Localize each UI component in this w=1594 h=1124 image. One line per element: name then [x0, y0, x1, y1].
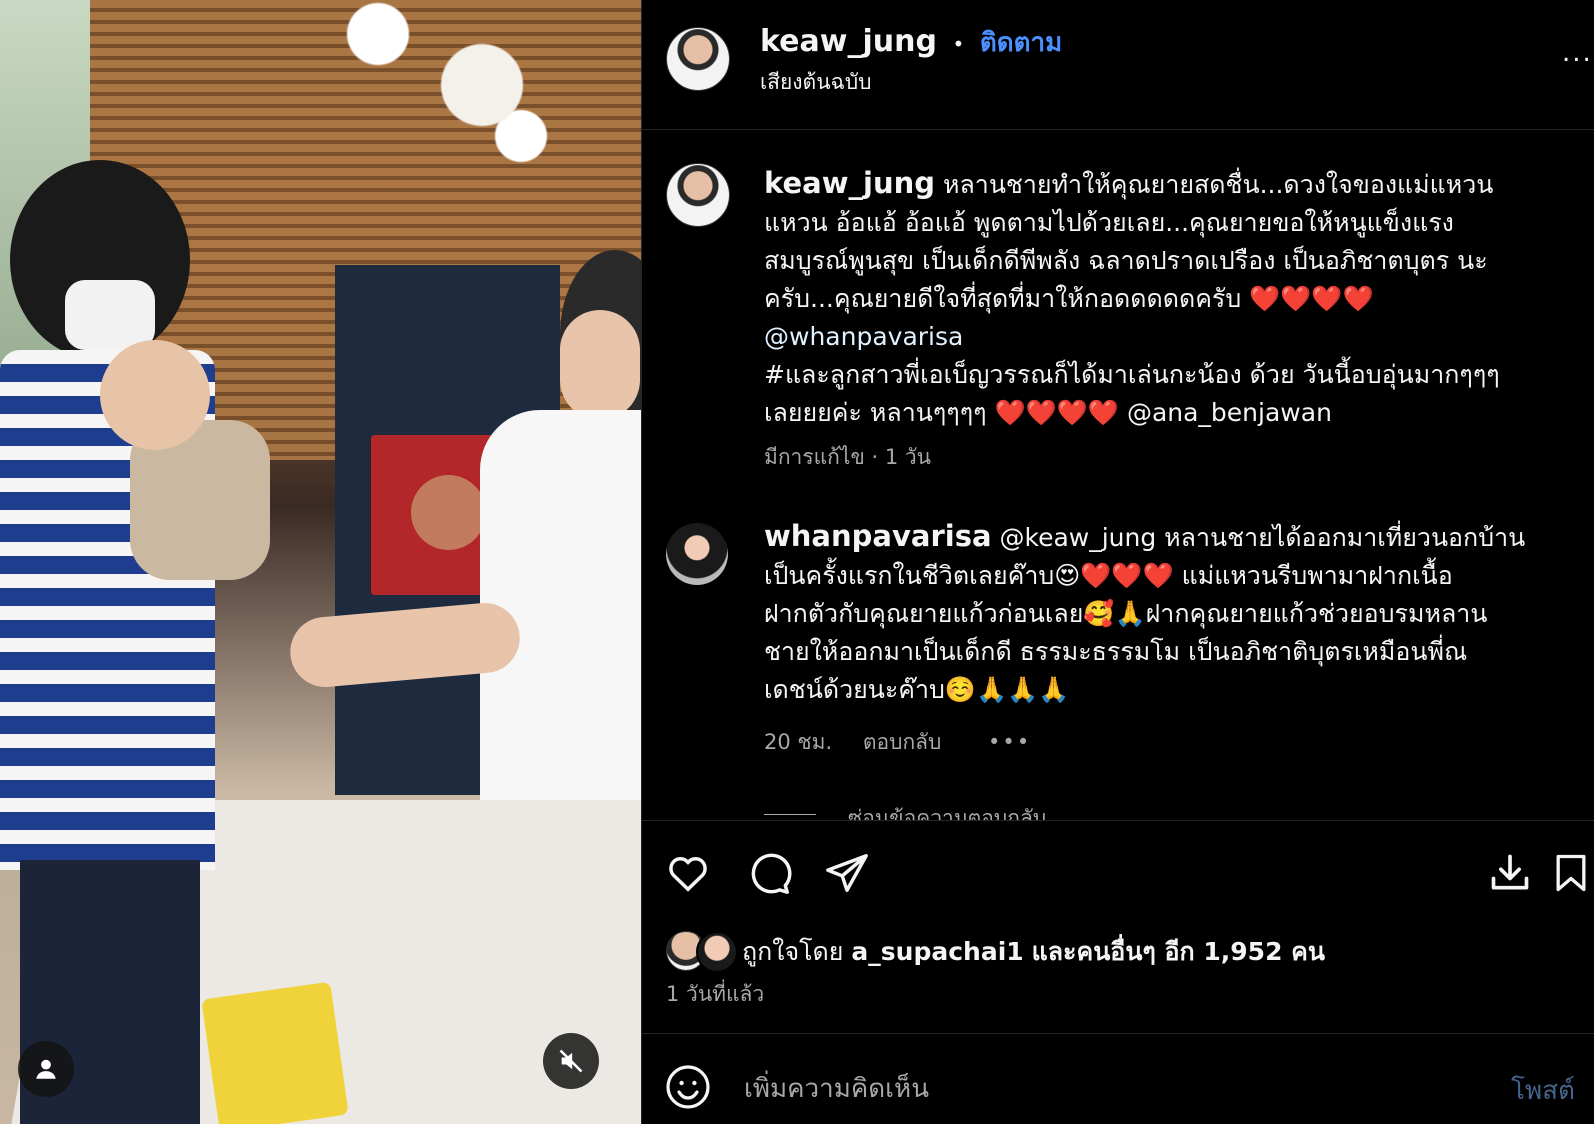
follow-button[interactable]: ติดตาม [980, 28, 1062, 58]
caption-line: เลยยยค่ะ หลานๆๆๆๆ ❤️❤️❤️❤️ @ana_benjawan [764, 398, 1332, 427]
likes-prefix: ถูกใจโดย [742, 937, 844, 966]
liker-avatar[interactable] [696, 931, 738, 973]
caption-line: ครับ...คุณยายดีใจที่สุดที่มาให้กอดดดดดคร… [764, 284, 1374, 313]
comment-line: เดชน์ด้วยนะค๊าบ☺️🙏🙏🙏 [764, 675, 1070, 704]
likes-count[interactable]: และคนอื่นๆ อีก 1,952 คน [1032, 937, 1325, 966]
woman-holding-baby [0, 160, 260, 1124]
audio-label[interactable]: เสียงต้นฉบับ [760, 66, 872, 99]
comment-line: @keaw_jung หลานชายได้ออกมาเที่ยวนอกบ้าน [999, 523, 1526, 552]
comment-username[interactable]: whanpavarisa [764, 519, 992, 553]
heart-icon[interactable] [664, 849, 712, 897]
comment-more-icon[interactable]: ••• [988, 730, 1031, 754]
post-comment-button[interactable]: โพสต์ [1511, 1070, 1594, 1111]
divider [642, 1033, 1594, 1034]
caption: keaw_jung หลานชายทำให้คุณยายสดชื่น...ดวง… [764, 164, 1574, 476]
bookmark-icon[interactable] [1547, 849, 1594, 897]
comment-line: เป็นครั้งแรกในชีวิตเลยค๊าบ😍❤️❤️❤️ แม่แหว… [764, 561, 1453, 590]
caption-line: แหวน อ้อแอ้ อ้อแอ้ พูดตามไปด้วยเลย...คุณ… [764, 208, 1454, 237]
comment-icon[interactable] [745, 849, 793, 897]
caption-mention[interactable]: @whanpavarisa [764, 318, 1574, 356]
caption-line: สมบูรณ์พูนสุข เป็นเด็กดีพีพลัง ฉลาดปราดเ… [764, 246, 1488, 275]
liker-username[interactable]: a_supachai1 [851, 937, 1023, 966]
hide-replies-button[interactable]: ซ่อนข้อความตอบกลับ [848, 802, 1046, 820]
hide-replies-row[interactable]: ซ่อนข้อความตอบกลับ [764, 800, 1574, 820]
orchid-flowers [300, 0, 560, 170]
caption-meta: มีการแก้ไข · 1 วัน [764, 445, 932, 469]
caption-line: หลานชายทำให้คุณยายสดชื่น...ดวงใจของแม่แห… [942, 170, 1494, 199]
comment-avatar[interactable] [666, 523, 728, 585]
caption-avatar[interactable] [666, 163, 730, 227]
divider [642, 820, 1594, 821]
post-header: keaw_jung • ติดตาม เสียงต้นฉบับ ... [642, 0, 1594, 130]
caption-line: #และลูกสาวพี่เอเบ็ญวรรณก็ได้มาเล่นกะน้อง… [764, 360, 1500, 389]
comment: whanpavarisa @keaw_jung หลานชายได้ออกมาเ… [764, 517, 1574, 761]
person-icon[interactable] [18, 1041, 74, 1097]
emoji-icon[interactable] [664, 1063, 712, 1111]
mute-icon[interactable] [543, 1033, 599, 1089]
likes-summary[interactable]: ถูกใจโดย a_supachai1 และคนอื่นๆ อีก 1,95… [742, 932, 1325, 972]
post-time: 1 วันที่แล้ว [666, 982, 765, 1006]
post-video[interactable] [0, 0, 641, 1124]
comment-input[interactable] [742, 1068, 1446, 1110]
post-username[interactable]: keaw_jung [760, 24, 937, 59]
comment-line: ฝากตัวกับคุณยายแก้วก่อนเลย🥰🙏ฝากคุณยายแก้… [764, 599, 1488, 628]
avatar[interactable] [666, 27, 730, 91]
more-options-icon[interactable]: ... [1562, 38, 1593, 68]
send-icon[interactable] [823, 849, 871, 897]
caption-username[interactable]: keaw_jung [764, 166, 935, 200]
reply-button[interactable]: ตอบกลับ [863, 730, 942, 754]
comment-time: 20 ชม. [764, 730, 833, 754]
separator-dot: • [952, 32, 965, 56]
post-panel: keaw_jung • ติดตาม เสียงต้นฉบับ ... keaw… [641, 0, 1594, 1124]
baby [90, 330, 320, 630]
download-icon[interactable] [1486, 849, 1534, 897]
comment-line: ชายให้ออกมาเป็นเด็กดี ธรรมะธรรมโม เป็นอภ… [764, 637, 1468, 666]
